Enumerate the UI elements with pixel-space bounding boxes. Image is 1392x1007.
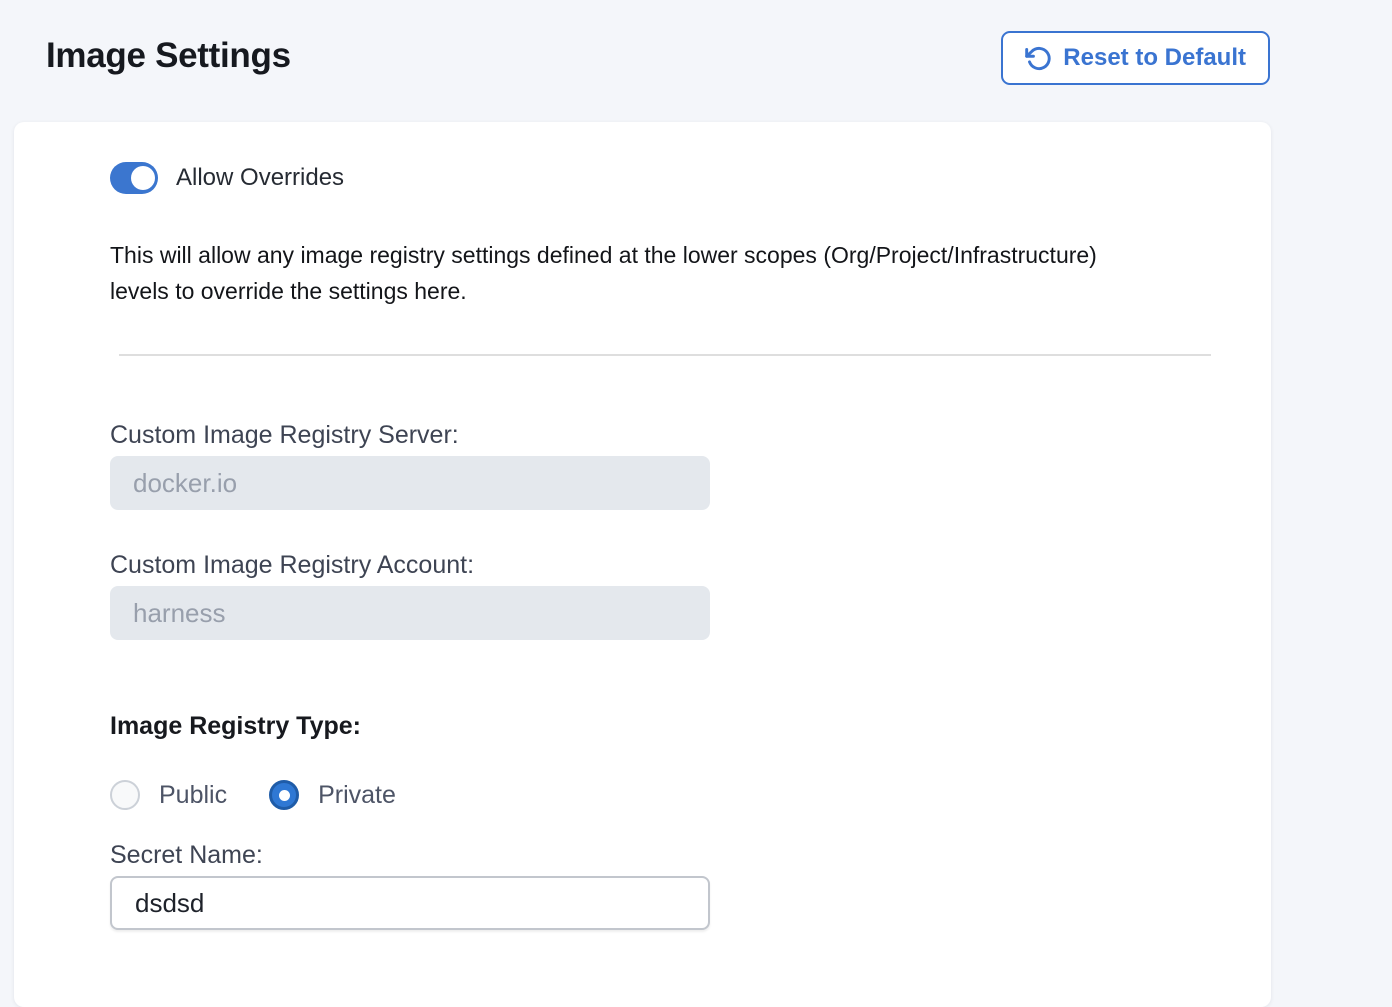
secret-name-label: Secret Name:: [110, 840, 1231, 870]
radio-dot: [279, 790, 290, 801]
image-settings-page: Image Settings Reset to Default Allow Ov…: [0, 0, 1392, 991]
radio-public[interactable]: Public: [110, 780, 227, 810]
registry-account-label: Custom Image Registry Account:: [110, 550, 1231, 580]
registry-server-input: [110, 456, 710, 510]
secret-name-input[interactable]: [110, 876, 710, 930]
radio-public-circle: [110, 780, 140, 810]
section-divider: [119, 354, 1211, 356]
reset-button-label: Reset to Default: [1063, 44, 1246, 72]
allow-overrides-label: Allow Overrides: [176, 164, 344, 192]
registry-server-label: Custom Image Registry Server:: [110, 420, 1231, 450]
registry-account-input: [110, 586, 710, 640]
registry-type-radio-row: Public Private: [110, 780, 1231, 810]
overrides-description: This will allow any image registry setti…: [110, 237, 1231, 309]
radio-public-label: Public: [159, 781, 227, 810]
reset-to-default-button[interactable]: Reset to Default: [1001, 31, 1270, 85]
toggle-knob: [131, 166, 155, 190]
radio-private[interactable]: Private: [269, 780, 396, 810]
settings-card: Allow Overrides This will allow any imag…: [14, 122, 1271, 1007]
page-title: Image Settings: [46, 36, 291, 76]
radio-private-label: Private: [318, 781, 396, 810]
allow-overrides-toggle[interactable]: [110, 162, 158, 194]
registry-type-label: Image Registry Type:: [110, 710, 1231, 742]
radio-private-circle: [269, 780, 299, 810]
allow-overrides-row: Allow Overrides: [110, 162, 1231, 194]
reset-ccw-icon: [1025, 45, 1052, 72]
